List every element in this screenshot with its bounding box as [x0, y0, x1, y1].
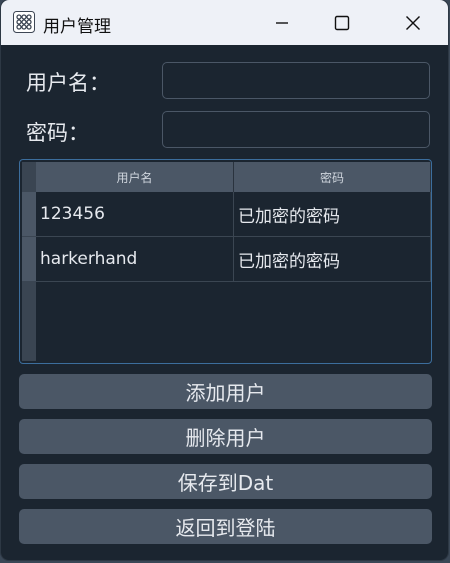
user-management-window: 用户管理 用户名： 密码： 用户名 密码 123456 已加密的密码 harke…	[1, 0, 448, 560]
save-to-dat-button[interactable]: 保存到Dat	[19, 464, 432, 499]
add-user-button[interactable]: 添加用户	[19, 374, 432, 409]
delete-user-button[interactable]: 删除用户	[19, 419, 432, 454]
minimize-button[interactable]	[252, 0, 312, 45]
password-label: 密码：	[26, 121, 89, 145]
user-table[interactable]: 用户名 密码 123456 已加密的密码 harkerhand 已加密的密码	[19, 159, 432, 364]
back-to-login-button[interactable]: 返回到登陆	[19, 509, 432, 544]
maximize-icon	[334, 15, 350, 30]
table-corner	[22, 162, 36, 192]
row-header[interactable]	[22, 192, 36, 236]
table-cell-username[interactable]: harkerhand	[36, 237, 234, 282]
minimize-icon	[276, 21, 288, 24]
username-label: 用户名：	[26, 71, 110, 95]
maximize-button[interactable]	[312, 0, 372, 45]
window-title: 用户管理	[43, 17, 111, 37]
username-input[interactable]	[162, 62, 430, 99]
column-header-username[interactable]: 用户名	[36, 162, 234, 192]
title-bar[interactable]: 用户管理	[1, 0, 448, 45]
table-cell-password[interactable]: 已加密的密码	[234, 192, 431, 237]
close-icon	[406, 15, 420, 30]
row-header[interactable]	[22, 237, 36, 281]
row-header-column	[22, 192, 36, 361]
column-header-password[interactable]: 密码	[234, 162, 431, 192]
close-button[interactable]	[383, 0, 443, 45]
table-cell-username[interactable]: 123456	[36, 192, 234, 237]
app-grid-icon	[13, 11, 35, 33]
table-cell-password[interactable]: 已加密的密码	[234, 237, 431, 282]
password-input[interactable]	[162, 111, 430, 148]
